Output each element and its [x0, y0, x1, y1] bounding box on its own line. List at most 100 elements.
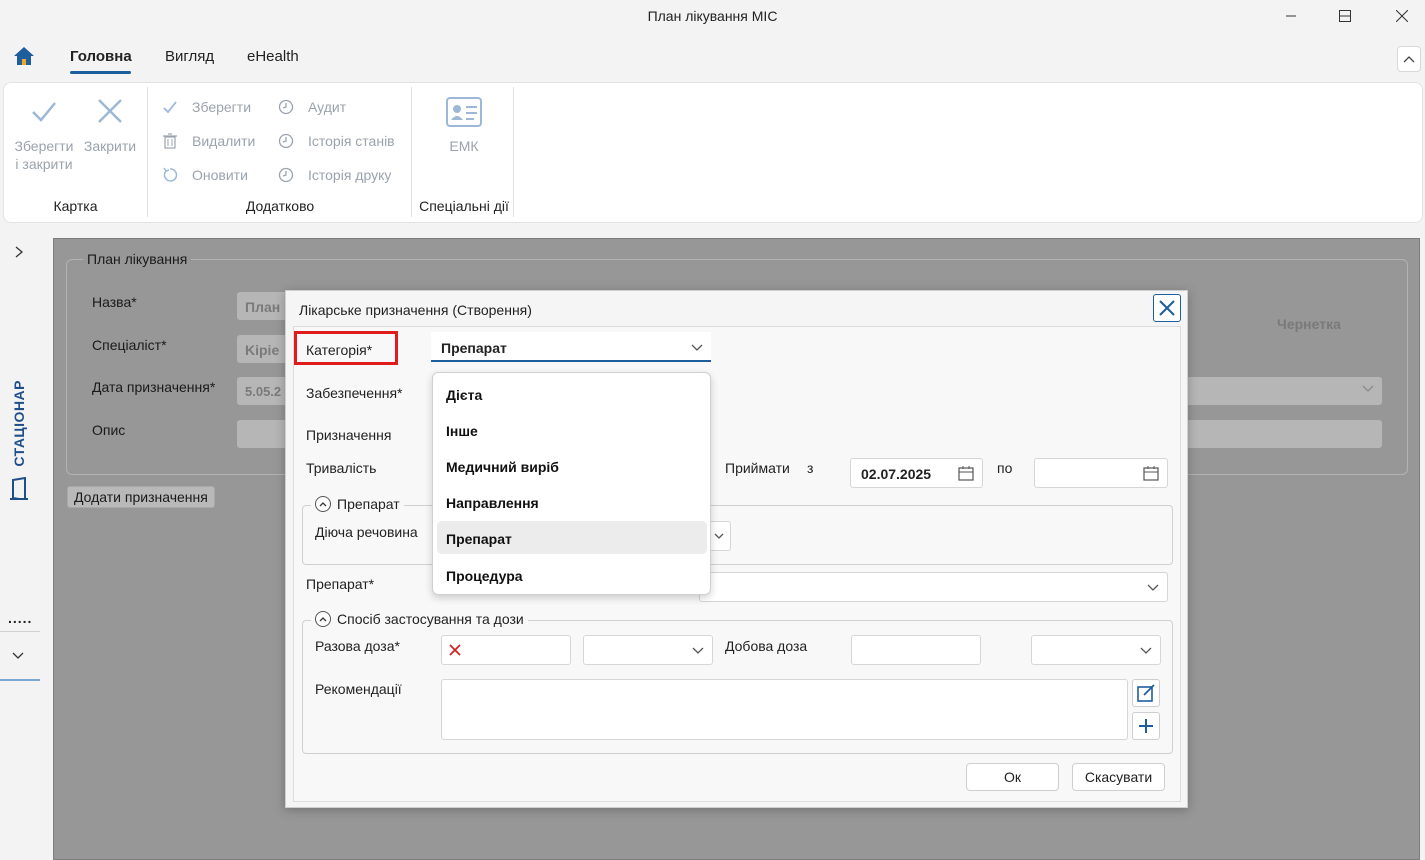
drug-section-header[interactable]: Препарат	[311, 496, 404, 512]
dropdown-option[interactable]: Інше	[437, 413, 707, 446]
emk-button[interactable]: ЕМК	[424, 97, 504, 155]
chevron-down-icon	[1147, 584, 1159, 591]
daily-dose-label: Добова доза	[725, 638, 808, 654]
dialog-title: Лікарське призначення (Створення)	[299, 302, 532, 318]
from-date-input[interactable]: 02.07.2025	[850, 458, 983, 488]
minimize-icon	[1286, 15, 1296, 17]
state-history-label: Історія станів	[308, 133, 395, 149]
refresh-label: Оновити	[192, 167, 248, 183]
drug-section-title: Препарат	[337, 496, 400, 512]
chevron-down-icon	[12, 652, 24, 659]
dose-section-header[interactable]: Спосіб застосування та дози	[311, 611, 528, 627]
print-history-label: Історія друку	[308, 167, 392, 183]
tab-home[interactable]: Головна	[70, 48, 132, 65]
delete-label: Видалити	[192, 133, 256, 149]
provision-label: Забезпечення*	[306, 385, 403, 401]
dropdown-option-selected[interactable]: Препарат	[437, 521, 707, 554]
tab-ehealth[interactable]: eHealth	[247, 48, 299, 65]
duration-label: Тривалість	[306, 460, 377, 476]
save-and-close-button[interactable]: Зберегти і закрити	[8, 97, 80, 173]
window-title: План лікування МІС	[647, 8, 778, 24]
collapse-icon	[315, 611, 331, 627]
chevron-down-icon	[691, 344, 703, 351]
minimize-button-2[interactable]	[1268, 0, 1314, 32]
ribbon-panel: Зберегти і закрити Закрити Картка Зберег…	[3, 82, 1423, 223]
dose-section-title: Спосіб застосування та дози	[337, 611, 524, 627]
edit-recommendation-button[interactable]	[1132, 679, 1160, 707]
rail-expand-down-button[interactable]	[11, 648, 25, 664]
collapse-icon	[315, 496, 331, 512]
prescription-dialog: Лікарське призначення (Створення) Катего…	[285, 290, 1188, 808]
save-close-label-1: Зберегти	[14, 138, 74, 154]
drug-label: Препарат*	[306, 576, 375, 592]
delete-button[interactable]: Видалити	[160, 130, 255, 152]
department-label: СТАЦІОНАР	[11, 380, 27, 467]
dropdown-option[interactable]: Дієта	[437, 377, 707, 410]
plan-date-label: Дата призначення*	[92, 379, 216, 395]
category-select[interactable]: Препарат	[431, 332, 711, 362]
maximize-button[interactable]	[1322, 0, 1368, 32]
expand-rail-button[interactable]	[14, 245, 24, 262]
assignment-label: Призначення	[306, 427, 392, 443]
plus-icon	[1139, 719, 1153, 733]
collapse-ribbon-button[interactable]	[1397, 46, 1421, 72]
group-label-card: Картка	[53, 198, 98, 214]
cancel-button[interactable]: Скасувати	[1072, 763, 1165, 791]
status-badge: Чернетка	[1277, 316, 1341, 332]
state-history-button[interactable]: Історія станів	[276, 130, 395, 152]
calendar-icon	[1143, 466, 1159, 481]
from-date-value: 02.07.2025	[861, 466, 932, 482]
close-button[interactable]: Закрити	[80, 97, 140, 155]
dropdown-option[interactable]: Процедура	[437, 558, 707, 591]
plan-group-title: План лікування	[83, 251, 192, 267]
group-label-extra: Додатково	[245, 198, 315, 214]
single-dose-input[interactable]	[441, 635, 571, 665]
daily-dose-unit-select[interactable]	[1031, 635, 1161, 665]
to-date-input[interactable]	[1034, 458, 1168, 488]
building-icon	[10, 476, 28, 500]
title-bar: План лікування МІС	[0, 0, 1425, 32]
ok-button[interactable]: Ок	[966, 763, 1059, 791]
edit-icon	[1137, 684, 1155, 702]
print-history-button[interactable]: Історія друку	[276, 164, 391, 186]
category-dropdown-list: Дієта Інше Медичний виріб Направлення Пр…	[432, 372, 711, 595]
single-dose-unit-select[interactable]	[583, 635, 713, 665]
department-tab[interactable]: СТАЦІОНАР	[0, 380, 38, 500]
calendar-icon	[958, 466, 974, 481]
close-window-button[interactable]	[1379, 0, 1425, 32]
save-label: Зберегти	[192, 99, 252, 115]
clock-icon	[276, 165, 296, 185]
id-card-icon	[446, 97, 482, 127]
home-icon	[14, 47, 34, 65]
dose-section: Спосіб застосування та дози Разова доза*…	[302, 611, 1173, 754]
to-label: по	[997, 460, 1013, 476]
rail-overflow-dots[interactable]: .....	[8, 610, 32, 626]
chevron-up-icon	[1403, 56, 1415, 63]
dropdown-option[interactable]: Медичний виріб	[437, 449, 707, 482]
audit-button[interactable]: Аудит	[276, 96, 346, 118]
dialog-close-button[interactable]	[1153, 294, 1181, 322]
home-button[interactable]	[13, 46, 35, 69]
daily-dose-input[interactable]	[851, 635, 981, 665]
add-assignment-button[interactable]: Додати призначення	[67, 486, 215, 508]
checkmark-icon	[32, 102, 56, 122]
error-x-icon	[449, 644, 461, 656]
chevron-down-icon	[714, 533, 724, 539]
close-label: Закрити	[83, 138, 137, 154]
emk-label: ЕМК	[449, 138, 479, 154]
refresh-icon	[160, 165, 180, 185]
dropdown-option[interactable]: Направлення	[437, 485, 707, 518]
drug-select[interactable]	[699, 572, 1168, 602]
save-button[interactable]: Зберегти	[160, 96, 251, 118]
recommendations-textarea[interactable]	[441, 679, 1128, 740]
group-label-special: Спеціальні дії	[419, 198, 509, 214]
audit-label: Аудит	[308, 99, 347, 115]
tab-view[interactable]: Вигляд	[165, 48, 214, 65]
dialog-body: Категорія* Препарат Забезпечення* Призна…	[293, 326, 1181, 802]
group-separator	[513, 87, 514, 217]
add-recommendation-button[interactable]	[1132, 712, 1160, 740]
plan-name-label: Назва*	[92, 294, 137, 310]
chevron-right-icon	[15, 246, 24, 258]
clock-icon	[276, 131, 296, 151]
refresh-button[interactable]: Оновити	[160, 164, 248, 186]
